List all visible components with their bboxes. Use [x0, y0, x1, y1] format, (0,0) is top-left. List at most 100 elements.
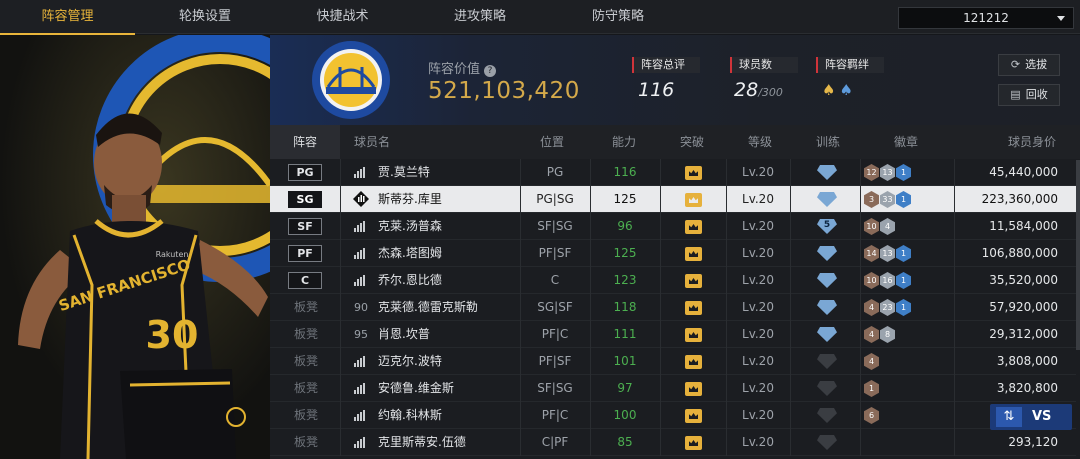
lineup-dropdown[interactable]: 121212	[898, 7, 1074, 29]
compare-vs-button[interactable]: ⇅ VS	[990, 404, 1072, 430]
crown-icon[interactable]	[685, 220, 702, 234]
training-shield-icon[interactable]	[817, 246, 837, 261]
column-divider	[726, 240, 727, 267]
column-divider	[790, 294, 791, 321]
table-row[interactable]: SG 斯蒂芬.库里 PG|SG 125 Lv.20 3 33 1 223,360,000	[270, 186, 1076, 213]
badge-group[interactable]: 1	[864, 380, 880, 397]
training-shield-icon[interactable]: 5	[817, 219, 837, 234]
table-row[interactable]: SF 克莱.汤普森 SF|SG 96 Lv.20 5 10 4 11,584,000	[270, 213, 1076, 240]
table-row[interactable]: 板凳 约翰.科林斯 PF|C 100 Lv.20 6	[270, 402, 1076, 429]
header-level[interactable]: 等级	[748, 125, 772, 159]
badge-hex-icon: 1	[896, 272, 911, 289]
tab-defense-strategy[interactable]: 防守策略	[550, 0, 686, 34]
column-divider	[340, 429, 341, 456]
rarity-bars-icon	[354, 383, 366, 394]
training-shield-icon[interactable]	[817, 435, 837, 450]
player-ability: 85	[617, 435, 633, 449]
badge-group[interactable]: 6	[864, 407, 880, 424]
lineup-slot-badge[interactable]: SF	[288, 218, 322, 235]
lineup-slot-badge[interactable]: PG	[288, 164, 322, 181]
badge-group[interactable]: 3 33 1	[864, 191, 912, 208]
tab-rotation-settings[interactable]: 轮换设置	[135, 0, 275, 34]
bench-slot-label[interactable]: 板凳	[294, 375, 318, 402]
badge-group[interactable]: 4	[864, 353, 880, 370]
column-divider	[954, 402, 955, 429]
badge-hex-icon: 10	[864, 272, 879, 289]
column-divider	[860, 429, 861, 456]
table-row[interactable]: 板凳 95 肖恩.坎普 PF|C 111 Lv.20 4 8 29,312,000	[270, 321, 1076, 348]
header-position[interactable]: 位置	[540, 125, 564, 159]
training-shield-icon[interactable]	[817, 300, 837, 315]
table-row[interactable]: 板凳 迈克尔.波特 PF|SF 101 Lv.20 4 3,808,000	[270, 348, 1076, 375]
badge-group[interactable]: 10 4	[864, 218, 896, 235]
header-badges[interactable]: 徽章	[894, 125, 918, 159]
training-shield-icon[interactable]	[817, 165, 837, 180]
lineup-slot-badge[interactable]: PF	[288, 245, 322, 262]
table-row[interactable]: PF 杰森.塔图姆 PF|SF 125 Lv.20 14 13 1 106,880,000	[270, 240, 1076, 267]
header-player-name[interactable]: 球员名	[354, 125, 390, 159]
header-salary[interactable]: 球员身价	[1008, 125, 1056, 159]
help-icon[interactable]: ?	[484, 65, 497, 77]
badge-group[interactable]: 14 13 1	[864, 245, 912, 262]
header-lineup[interactable]: 阵容	[270, 125, 340, 159]
column-divider	[520, 240, 521, 267]
bench-slot-label[interactable]: 板凳	[294, 429, 318, 456]
crown-icon[interactable]	[685, 193, 702, 207]
tab-lineup-management[interactable]: 阵容管理	[0, 0, 135, 35]
crown-icon[interactable]	[685, 382, 702, 396]
lineup-slot-badge[interactable]: C	[288, 272, 322, 289]
crown-icon[interactable]	[685, 355, 702, 369]
crown-icon[interactable]	[685, 409, 702, 423]
column-divider	[954, 429, 955, 456]
training-shield-icon[interactable]	[817, 273, 837, 288]
tab-quick-tactics[interactable]: 快捷战术	[275, 0, 410, 34]
player-count-value: 28	[734, 79, 759, 101]
crown-icon[interactable]	[685, 301, 702, 315]
header-breakthrough[interactable]: 突破	[680, 125, 704, 159]
crown-icon[interactable]	[685, 247, 702, 261]
player-name: 乔尔.恩比德	[378, 273, 442, 287]
training-shield-icon[interactable]	[817, 327, 837, 342]
bench-slot-label[interactable]: 板凳	[294, 321, 318, 348]
training-shield-icon[interactable]	[817, 192, 837, 207]
table-row[interactable]: C 乔尔.恩比德 C 123 Lv.20 10 16 1 35,520,000	[270, 267, 1076, 294]
lineup-slot-badge[interactable]: SG	[288, 191, 322, 208]
badge-group[interactable]: 4 23 1	[864, 299, 912, 316]
training-shield-icon[interactable]	[817, 354, 837, 369]
select-button[interactable]: ⟳ 选拔	[998, 54, 1060, 76]
crown-icon[interactable]	[685, 166, 702, 180]
training-shield-icon[interactable]	[817, 408, 837, 423]
crown-icon[interactable]	[685, 436, 702, 450]
table-scrollbar[interactable]	[1076, 160, 1080, 350]
lineup-summary: 阵容价值? 521,103,420 阵容总评 116 球员数 28/300 阵容…	[270, 35, 1080, 125]
lineup-bond-icons[interactable]: ♠ ♠	[822, 81, 853, 99]
badge-group[interactable]: 10 16 1	[864, 272, 912, 289]
column-divider	[660, 348, 661, 375]
player-level: Lv.20	[742, 165, 774, 179]
table-row[interactable]: 板凳 90 克莱德.德雷克斯勒 SG|SF 118 Lv.20 4 23 1 57,920,000	[270, 294, 1076, 321]
table-row[interactable]: PG 贾.莫兰特 PG 116 Lv.20 12 13 1 45,440,000	[270, 159, 1076, 186]
badge-hex-icon: 13	[880, 164, 895, 181]
bench-slot-label[interactable]: 板凳	[294, 348, 318, 375]
table-header: 阵容 球员名 位置 能力 突破 等级 训练 徽章 球员身价	[270, 125, 1080, 159]
tab-offense-strategy[interactable]: 进攻策略	[410, 0, 550, 34]
training-shield-icon[interactable]	[817, 381, 837, 396]
column-divider	[726, 267, 727, 294]
header-ability[interactable]: 能力	[612, 125, 636, 159]
bench-slot-label[interactable]: 板凳	[294, 294, 318, 321]
jersey-sponsor-text: Rakuten	[156, 250, 189, 259]
badge-group[interactable]: 48	[864, 326, 896, 343]
recycle-button[interactable]: ▤ 回收	[998, 84, 1060, 106]
badge-hex-icon: 16	[880, 272, 895, 289]
player-position: PG|SG	[536, 192, 574, 206]
player-salary: 29,312,000	[989, 327, 1058, 341]
crown-icon[interactable]	[685, 328, 702, 342]
badge-group[interactable]: 12 13 1	[864, 164, 912, 181]
header-training[interactable]: 训练	[816, 125, 840, 159]
player-ability: 100	[613, 408, 637, 422]
table-row[interactable]: 板凳 克里斯蒂安.伍德 C|PF 85 Lv.20 293,120	[270, 429, 1076, 456]
bench-slot-label[interactable]: 板凳	[294, 402, 318, 429]
crown-icon[interactable]	[685, 274, 702, 288]
rarity-diamond-icon	[353, 191, 369, 207]
table-row[interactable]: 板凳 安德鲁.维金斯 SF|SG 97 Lv.20 1 3,820,800	[270, 375, 1076, 402]
